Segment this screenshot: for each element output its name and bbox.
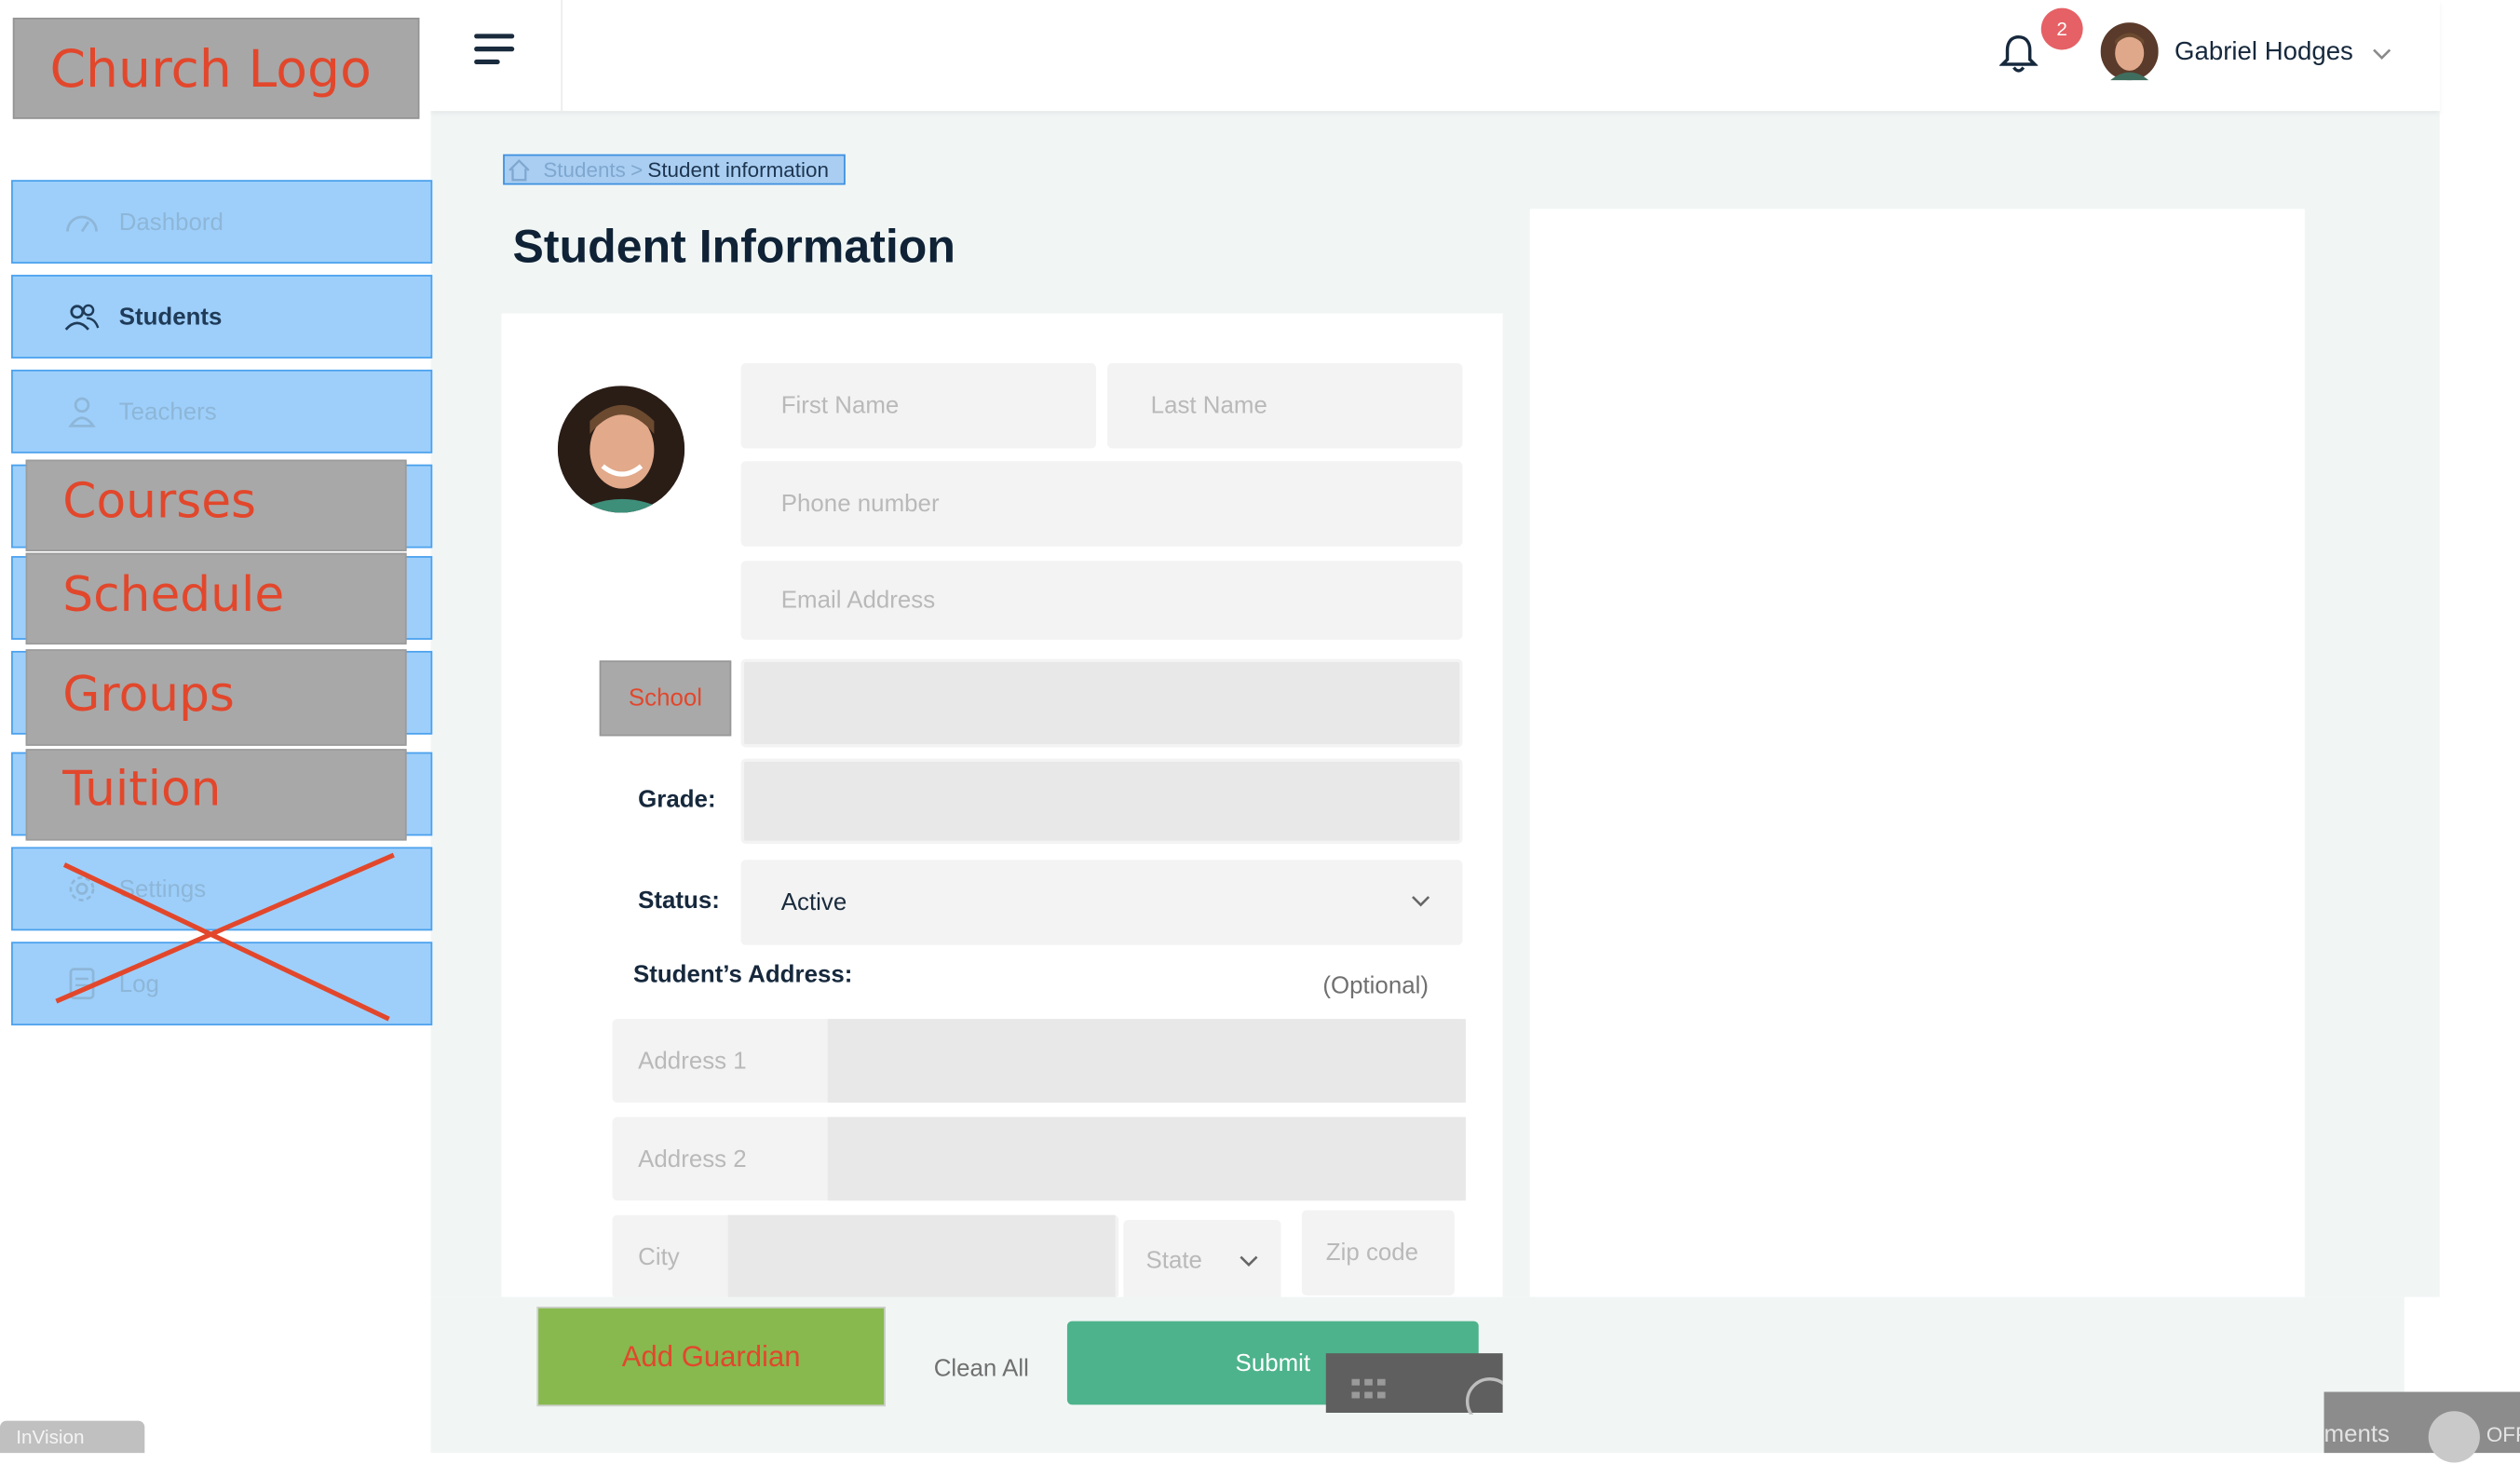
dashboard-icon <box>64 204 100 239</box>
address2-placeholder: Address 2 <box>638 1145 747 1173</box>
page-title: Student Information <box>512 222 955 274</box>
zip-field[interactable]: Zip code <box>1301 1210 1455 1295</box>
grade-label: Grade: <box>638 785 716 814</box>
sidebar-item-label: Teachers <box>118 398 217 426</box>
comments-toggle-bar[interactable]: ments OFF <box>2324 1391 2520 1463</box>
overlay-label: Tuition <box>62 762 222 819</box>
menu-toggle-cell[interactable] <box>431 0 563 112</box>
grid-icon[interactable] <box>1351 1376 1393 1408</box>
city-field[interactable]: City <box>612 1214 1119 1299</box>
comment-bubble-icon[interactable] <box>1455 1366 1503 1415</box>
app-stage: 2 Gabriel Hodges Church Logo Dashbord St… <box>0 0 2520 1463</box>
students-icon <box>64 299 100 334</box>
state-placeholder: State <box>1145 1246 1202 1274</box>
sidebar-item-teachers[interactable]: Teachers <box>11 369 433 454</box>
comments-label: ments <box>2324 1420 2391 1448</box>
address1-input-area[interactable] <box>827 1019 1466 1103</box>
notification-badge: 2 <box>2040 7 2083 50</box>
optional-label: (Optional) <box>1322 972 1429 1000</box>
church-logo[interactable]: Church Logo <box>12 17 420 119</box>
status-label: Status: <box>638 887 720 915</box>
chevron-down-icon <box>1412 896 1430 907</box>
prototype-toolbar[interactable] <box>1325 1353 1503 1415</box>
bell-icon[interactable] <box>1998 34 2039 75</box>
last-name-field[interactable]: Last Name <box>1107 363 1463 449</box>
breadcrumb-current: Student information <box>647 157 829 183</box>
chevron-down-icon[interactable] <box>2372 48 2391 61</box>
student-photo[interactable] <box>557 386 685 513</box>
phone-field[interactable]: Phone number <box>740 461 1463 547</box>
breadcrumb-parent[interactable]: Students <box>543 157 626 182</box>
overlay-schedule: Schedule <box>25 552 407 645</box>
breadcrumb-separator: > <box>630 157 644 183</box>
school-label: School <box>599 660 732 737</box>
home-icon[interactable] <box>508 158 530 181</box>
toggle-off-label: OFF <box>2486 1422 2520 1447</box>
address1-field[interactable]: Address 1 <box>612 1019 1466 1103</box>
address2-field[interactable]: Address 2 <box>612 1117 1466 1201</box>
clean-all-button[interactable]: Clean All <box>934 1355 1029 1382</box>
first-name-field[interactable]: First Name <box>740 363 1096 449</box>
user-name[interactable]: Gabriel Hodges <box>2175 38 2353 67</box>
state-select[interactable]: State <box>1123 1219 1281 1301</box>
overlay-courses: Courses <box>25 459 407 551</box>
overlay-label: Groups <box>62 667 235 724</box>
invision-label: InVision <box>16 1425 85 1448</box>
add-guardian-button[interactable]: Add Guardian <box>536 1307 886 1407</box>
city-placeholder: City <box>638 1242 680 1271</box>
overlay-groups: Groups <box>25 649 407 746</box>
user-avatar[interactable] <box>2100 22 2159 81</box>
address2-input-area[interactable] <box>827 1117 1466 1201</box>
crossed-out-mark <box>55 852 395 1022</box>
address1-placeholder: Address 1 <box>638 1047 747 1075</box>
hamburger-menu-icon[interactable] <box>474 34 519 69</box>
right-panel <box>1529 209 2305 1297</box>
email-field[interactable]: Email Address <box>740 561 1463 640</box>
overlay-tuition: Tuition <box>25 749 407 841</box>
toggle-knob[interactable] <box>2427 1410 2482 1464</box>
sidebar-item-students[interactable]: Students <box>11 275 433 359</box>
chevron-down-icon <box>1240 1255 1258 1267</box>
sidebar-item-label: Dashbord <box>118 208 224 236</box>
status-value: Active <box>780 888 847 916</box>
overlay-label: Schedule <box>62 567 285 624</box>
school-field[interactable] <box>740 658 1463 748</box>
sidebar-item-label: Students <box>118 303 223 331</box>
address-label: Student’s Address: <box>632 961 853 989</box>
overlay-label: Courses <box>62 474 257 531</box>
city-input-area[interactable] <box>727 1214 1116 1299</box>
breadcrumb: Students > Student information <box>503 154 846 185</box>
grade-field[interactable] <box>740 758 1463 845</box>
logo-text: Church Logo <box>49 38 372 100</box>
sidebar-item-dashboard[interactable]: Dashbord <box>11 180 433 264</box>
status-select[interactable]: Active <box>740 860 1463 945</box>
teacher-icon <box>64 394 100 429</box>
invision-tab[interactable]: InVision <box>0 1420 145 1454</box>
